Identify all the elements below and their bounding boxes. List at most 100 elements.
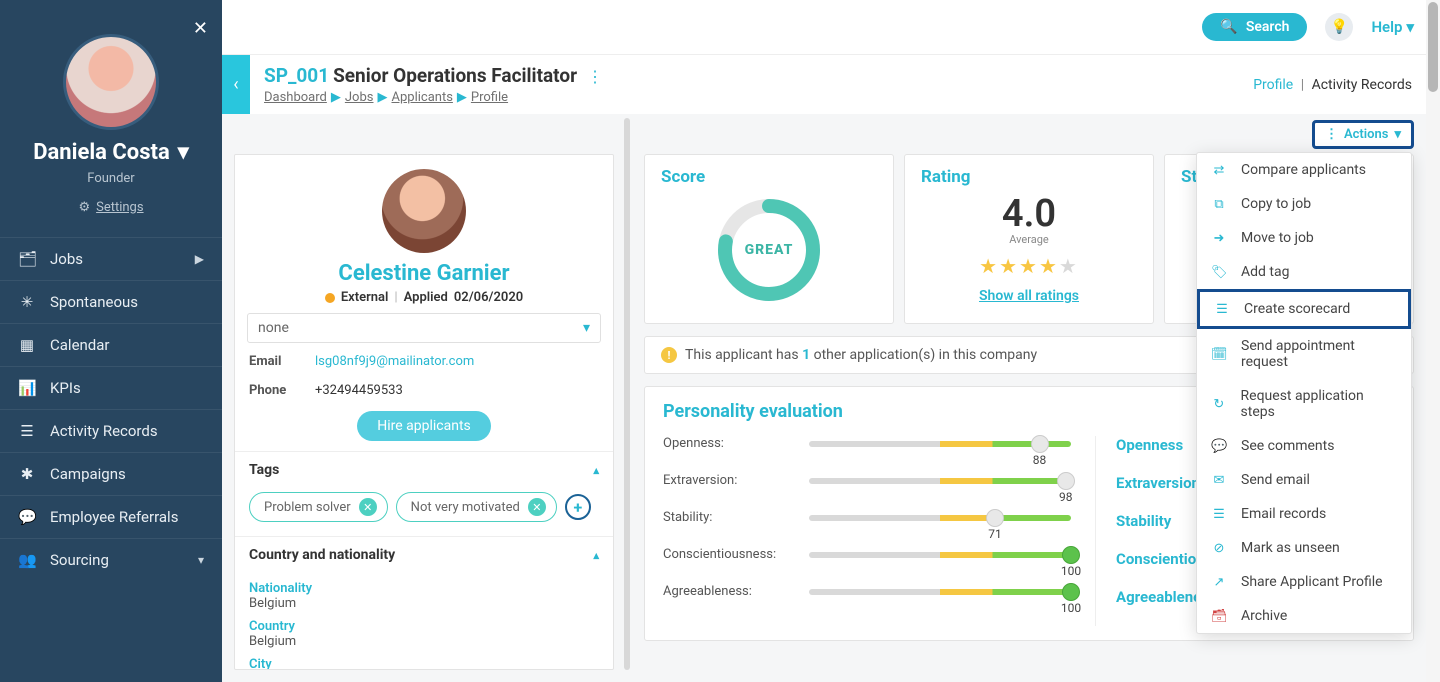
action-label: Add tag [1241, 264, 1289, 280]
action-create-scorecard[interactable]: ☰Create scorecard [1197, 289, 1411, 329]
resize-handle[interactable] [624, 118, 630, 670]
settings-label[interactable]: Settings [96, 200, 143, 215]
trait-value: 100 [1061, 564, 1081, 578]
page-scrollbar[interactable] [1428, 2, 1438, 92]
slider-knob[interactable] [986, 509, 1004, 527]
actions-label: Actions [1344, 127, 1389, 142]
trait-value: 88 [1033, 453, 1047, 467]
action-request-application-steps[interactable]: ↻Request application steps [1197, 379, 1411, 429]
remove-tag-icon[interactable]: ✕ [528, 498, 546, 516]
candidate-avatar[interactable] [382, 169, 466, 253]
more-icon: ⋮ [1325, 127, 1338, 142]
crumb-dashboard[interactable]: Dashboard [264, 90, 327, 105]
email-value[interactable]: lsg08nf9j9@mailinator.com [315, 354, 474, 369]
country-body: Nationality Belgium Country Belgium City… [235, 581, 613, 670]
action-label: Copy to job [1241, 196, 1311, 212]
tab-profile[interactable]: Profile [1253, 77, 1293, 93]
action-icon: 💬 [1211, 439, 1227, 454]
crumb-jobs[interactable]: Jobs [345, 90, 374, 105]
slider-knob[interactable] [1062, 546, 1080, 564]
action-email-records[interactable]: ☰Email records [1197, 497, 1411, 531]
show-ratings-link[interactable]: Show all ratings [921, 288, 1137, 304]
applied-prefix: Applied [404, 290, 448, 305]
sidebar: ✕ Daniela Costa ▾ Founder ⚙ Settings 🗂Jo… [0, 0, 222, 682]
trait-row: Extraversion: 98 [663, 473, 1071, 488]
trait-label: Openness: [663, 436, 793, 451]
action-icon: ✉ [1211, 473, 1227, 488]
action-icon: 🗃 [1211, 609, 1227, 624]
sidebar-item-jobs[interactable]: 🗂Jobs▶ [0, 237, 222, 280]
add-tag-button[interactable]: + [565, 494, 591, 520]
country-section-header[interactable]: Country and nationality ▴ [235, 536, 613, 573]
sidebar-item-employee-referrals[interactable]: 💬Employee Referrals [0, 495, 222, 538]
slider-knob[interactable] [1062, 583, 1080, 601]
trait-slider[interactable]: 88 [809, 441, 1071, 447]
user-avatar[interactable] [63, 34, 159, 130]
chevron-down-icon[interactable]: ▾ [178, 140, 189, 165]
breadcrumb: Dashboard▶Jobs▶Applicants▶Profile [264, 90, 1253, 105]
trait-value: 100 [1061, 601, 1081, 615]
trait-slider[interactable]: 71 [809, 515, 1071, 521]
sidebar-item-campaigns[interactable]: ✱Campaigns [0, 452, 222, 495]
tag-chip: Problem solver✕ [249, 492, 388, 522]
menu-icon: ✱ [18, 465, 36, 483]
menu-icon: 👥 [18, 551, 36, 569]
action-move-to-job[interactable]: ➜Move to job [1197, 221, 1411, 255]
action-icon: ☰ [1211, 507, 1227, 522]
action-send-appointment-request[interactable]: 🗓Send appointment request [1197, 329, 1411, 379]
star-icon: ★ [979, 254, 999, 278]
kebab-icon[interactable]: ⋮ [587, 67, 603, 86]
trait-slider[interactable]: 100 [809, 552, 1071, 558]
chevron-down-icon: ▾ [1394, 127, 1401, 142]
candidate-name: Celestine Garnier [235, 261, 613, 286]
remove-tag-icon[interactable]: ✕ [359, 498, 377, 516]
action-label: Compare applicants [1241, 162, 1366, 178]
action-label: Request application steps [1241, 388, 1397, 420]
close-icon[interactable]: ✕ [193, 18, 208, 39]
action-share-applicant-profile[interactable]: ↗Share Applicant Profile [1197, 565, 1411, 599]
crumb-applicants[interactable]: Applicants [391, 90, 452, 105]
sidebar-item-kpis[interactable]: 📊KPIs [0, 366, 222, 409]
tags-row: Problem solver✕Not very motivated✕+ [235, 488, 613, 536]
actions-button[interactable]: ⋮ Actions ▾ [1312, 120, 1414, 149]
sidebar-item-sourcing[interactable]: 👥Sourcing▾ [0, 538, 222, 581]
action-compare-applicants[interactable]: ⇄Compare applicants [1197, 153, 1411, 187]
menu-label: Sourcing [50, 551, 109, 569]
collapse-sidebar-button[interactable]: ‹ [222, 55, 250, 115]
trait-row: Openness: 88 [663, 436, 1071, 451]
rating-title: Rating [921, 167, 1137, 187]
score-label: GREAT [714, 195, 824, 305]
star-icon: ★ [999, 254, 1019, 278]
action-archive[interactable]: 🗃Archive [1197, 599, 1411, 633]
hint-icon[interactable]: 💡 [1325, 13, 1353, 41]
trait-slider[interactable]: 98 [809, 478, 1071, 484]
source-select[interactable]: none ▾ [247, 313, 601, 343]
sidebar-item-activity-records[interactable]: ☰Activity Records [0, 409, 222, 452]
tab-activity[interactable]: Activity Records [1312, 77, 1412, 93]
menu-label: Spontaneous [50, 293, 138, 311]
sidebar-item-spontaneous[interactable]: ✳ Spontaneous [0, 280, 222, 323]
menu-icon: 💬 [18, 508, 36, 526]
slider-knob[interactable] [1031, 435, 1049, 453]
action-send-email[interactable]: ✉Send email [1197, 463, 1411, 497]
trait-slider[interactable]: 100 [809, 589, 1071, 595]
sidebar-item-calendar[interactable]: ▦Calendar [0, 323, 222, 366]
menu-icon: ✳ [18, 293, 36, 311]
help-link[interactable]: Help ▾ [1371, 18, 1414, 36]
crumb-profile[interactable]: Profile [471, 90, 508, 105]
user-name[interactable]: Daniela Costa ▾ [0, 140, 222, 165]
trait-label: Stability: [663, 510, 793, 525]
action-add-tag[interactable]: 🏷Add tag [1197, 255, 1411, 289]
action-see-comments[interactable]: 💬See comments [1197, 429, 1411, 463]
trait-label: Extraversion: [663, 473, 793, 488]
tags-section-header[interactable]: Tags ▴ [235, 451, 613, 488]
hire-button[interactable]: Hire applicants [357, 411, 491, 441]
settings-link[interactable]: ⚙ Settings [0, 200, 222, 215]
slider-knob[interactable] [1057, 472, 1075, 490]
action-label: Share Applicant Profile [1241, 574, 1383, 590]
search-button[interactable]: 🔍 Search [1202, 13, 1307, 41]
action-mark-as-unseen[interactable]: ⊘Mark as unseen [1197, 531, 1411, 565]
menu-label: Jobs [50, 250, 83, 268]
nationality-label: Nationality [249, 581, 599, 596]
action-copy-to-job[interactable]: ⧉Copy to job [1197, 187, 1411, 221]
